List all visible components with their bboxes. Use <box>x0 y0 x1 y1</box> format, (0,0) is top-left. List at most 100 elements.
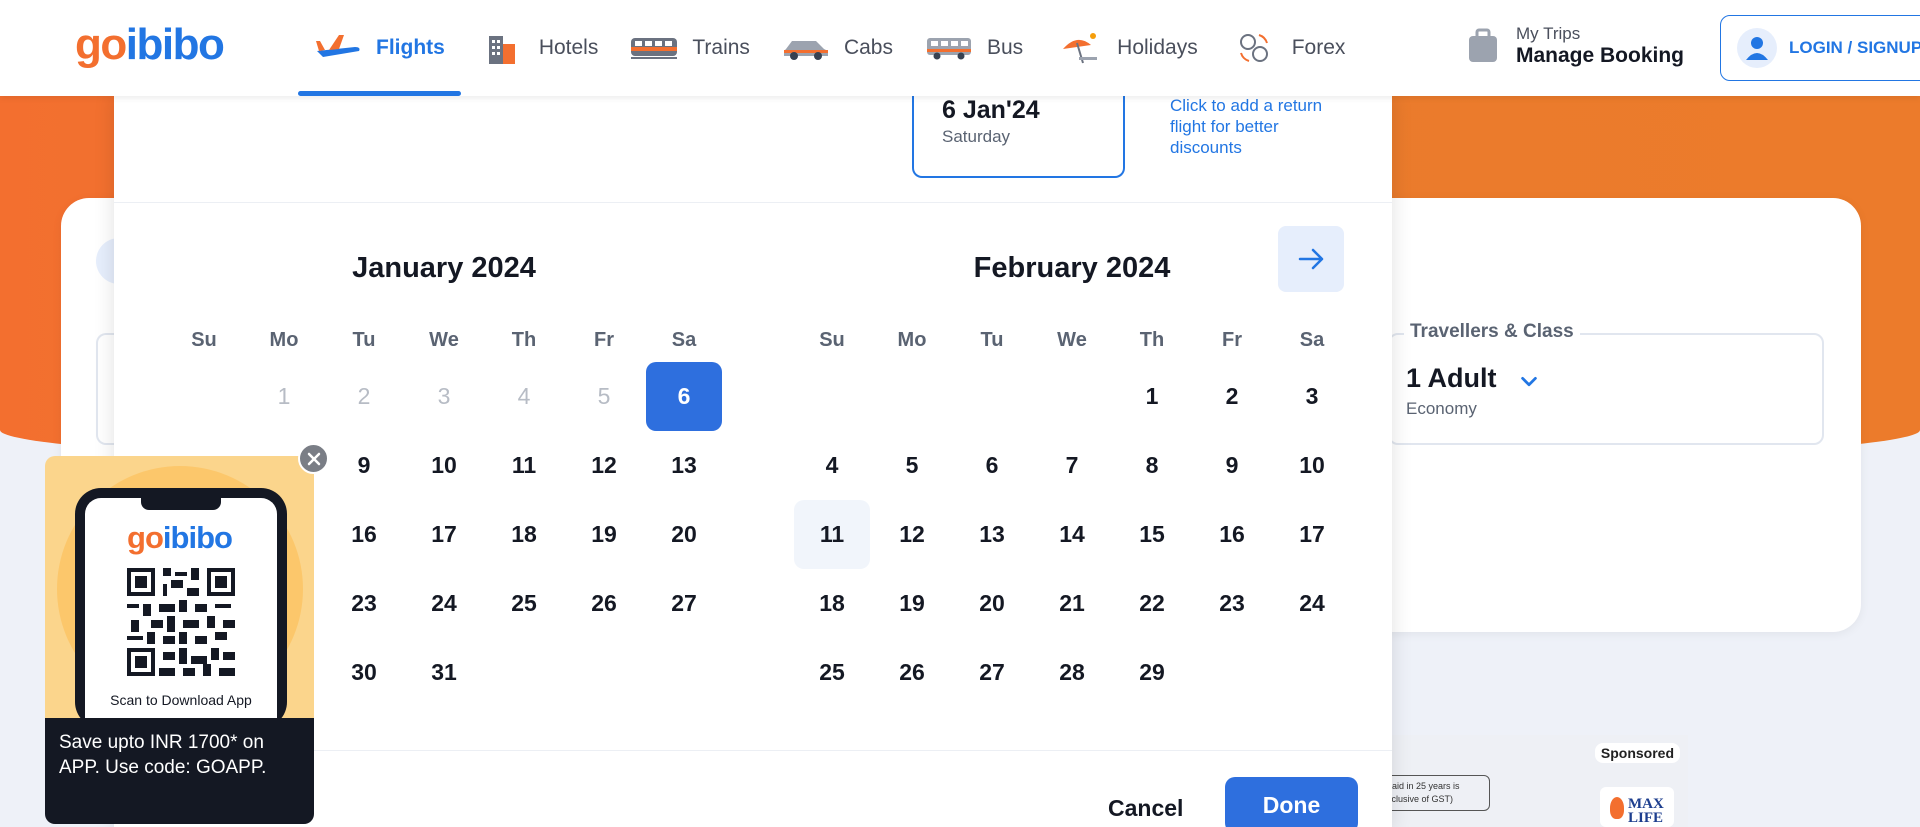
day-21[interactable]: 21 <box>1032 569 1112 638</box>
day-2[interactable]: 2 <box>1192 362 1272 431</box>
day-25[interactable]: 25 <box>792 638 872 707</box>
day-1[interactable]: 1 <box>1112 362 1192 431</box>
day-5[interactable]: 5 <box>872 431 952 500</box>
nav-holidays-label: Holidays <box>1117 36 1198 59</box>
login-signup-label: LOGIN / SIGNUP <box>1789 38 1920 57</box>
sponsored-badge: Sponsored <box>1594 743 1680 763</box>
days-grid: 1 2 3 4 5 6 7 8 9 10 11 12 13 14 15 16 1… <box>792 362 1352 707</box>
beach-icon <box>1055 31 1103 65</box>
main-nav: Flights Hotels Trains Cabs Bus Holidays … <box>298 0 1361 96</box>
day-4: 4 <box>517 383 531 409</box>
qr-code-icon <box>127 568 235 676</box>
day-6[interactable]: 6 <box>952 431 1032 500</box>
travellers-label: Travellers & Class <box>1404 321 1580 343</box>
day-11[interactable]: 11 <box>484 431 564 500</box>
day-18[interactable]: 18 <box>484 500 564 569</box>
arrow-right-icon <box>1298 248 1324 270</box>
departure-weekday: Saturday <box>942 127 1011 146</box>
day-27[interactable]: 27 <box>952 638 1032 707</box>
day-6-selected[interactable]: 6 <box>644 362 724 431</box>
day-19[interactable]: 19 <box>872 569 952 638</box>
my-trips[interactable]: My Trips Manage Booking <box>1466 24 1684 68</box>
goibibo-logo[interactable]: goibibo <box>75 20 225 70</box>
day-20[interactable]: 20 <box>644 500 724 569</box>
day-13[interactable]: 13 <box>644 431 724 500</box>
day-10[interactable]: 10 <box>1272 431 1352 500</box>
nav-cabs[interactable]: Cabs <box>766 0 909 96</box>
nav-bus-label: Bus <box>986 36 1024 59</box>
day-28[interactable]: 28 <box>1032 638 1112 707</box>
day-empty <box>792 362 872 431</box>
promo-logo: goibibo <box>127 520 233 555</box>
my-trips-label: My Trips <box>1516 24 1581 43</box>
nav-cabs-label: Cabs <box>843 36 893 59</box>
day-17[interactable]: 17 <box>404 500 484 569</box>
day-29[interactable]: 29 <box>1112 638 1192 707</box>
promo-offer-text: Save upto INR 1700* on APP. Use code: GO… <box>45 718 314 824</box>
day-16[interactable]: 16 <box>324 500 404 569</box>
day-5: 5 <box>597 383 611 409</box>
nav-holidays[interactable]: Holidays <box>1039 0 1214 96</box>
day-7[interactable]: 7 <box>1032 431 1112 500</box>
day-8[interactable]: 8 <box>1112 431 1192 500</box>
nav-hotels-label: Hotels <box>538 36 599 59</box>
travellers-class-field[interactable]: Travellers & Class 1 Adult Economy <box>1388 321 1824 445</box>
next-month-button[interactable] <box>1278 226 1344 292</box>
day-11-hover[interactable]: 11 <box>792 500 872 569</box>
day-20[interactable]: 20 <box>952 569 1032 638</box>
day-14[interactable]: 14 <box>1032 500 1112 569</box>
day-26[interactable]: 26 <box>564 569 644 638</box>
nav-forex-label: Forex <box>1291 36 1346 59</box>
day-empty <box>164 362 244 431</box>
day-9[interactable]: 9 <box>1192 431 1272 500</box>
nav-trains[interactable]: Trains <box>614 0 766 96</box>
weekday-header: Su Mo Tu We Th Fr Sa <box>819 329 1325 351</box>
day-10[interactable]: 10 <box>404 431 484 500</box>
hotel-icon <box>477 31 525 65</box>
done-button[interactable]: Done <box>1225 777 1358 827</box>
user-icon <box>1737 28 1777 68</box>
nav-hotels[interactable]: Hotels <box>461 0 615 96</box>
date-picker-header: 6 Jan'24 Saturday Click to add a return … <box>114 80 1392 203</box>
close-promo-button[interactable] <box>298 443 329 474</box>
day-12[interactable]: 12 <box>872 500 952 569</box>
day-23[interactable]: 23 <box>324 569 404 638</box>
sponsored-ad[interactable]: paid in 25 years is xclusive of GST) Spo… <box>1380 735 1688 827</box>
cancel-button[interactable]: Cancel <box>1108 795 1183 822</box>
day-26[interactable]: 26 <box>872 638 952 707</box>
day-24[interactable]: 24 <box>404 569 484 638</box>
chevron-down-icon <box>1521 376 1537 387</box>
day-4[interactable]: 4 <box>792 431 872 500</box>
day-19[interactable]: 19 <box>564 500 644 569</box>
add-return-link[interactable]: Click to add a return flight for better … <box>1170 95 1340 158</box>
day-27[interactable]: 27 <box>644 569 724 638</box>
day-30[interactable]: 30 <box>324 638 404 707</box>
day-23[interactable]: 23 <box>1192 569 1272 638</box>
nav-bus[interactable]: Bus <box>909 0 1039 96</box>
ad-snippet: paid in 25 years is xclusive of GST) <box>1380 775 1490 811</box>
day-17[interactable]: 17 <box>1272 500 1352 569</box>
day-22[interactable]: 22 <box>1112 569 1192 638</box>
day-13[interactable]: 13 <box>952 500 1032 569</box>
day-empty <box>872 362 952 431</box>
day-3[interactable]: 3 <box>1272 362 1352 431</box>
month-february: February 2024 Su Mo Tu We Th Fr Sa 1 2 3 4 5 6… <box>792 238 1352 707</box>
briefcase-icon <box>1469 28 1497 62</box>
day-9[interactable]: 9 <box>324 431 404 500</box>
travel-class: Economy <box>1406 399 1477 418</box>
departure-date: 6 Jan'24 <box>942 96 1040 124</box>
day-31[interactable]: 31 <box>404 638 484 707</box>
close-icon <box>307 452 320 465</box>
login-signup-button[interactable]: LOGIN / SIGNUP <box>1720 15 1920 81</box>
day-24[interactable]: 24 <box>1272 569 1352 638</box>
day-25[interactable]: 25 <box>484 569 564 638</box>
app-download-promo[interactable]: goibibo Scan to Download App Save upto I… <box>45 456 314 824</box>
day-16[interactable]: 16 <box>1192 500 1272 569</box>
day-12[interactable]: 12 <box>564 431 644 500</box>
nav-flights[interactable]: Flights <box>298 0 461 96</box>
nav-forex[interactable]: Forex <box>1214 0 1362 96</box>
day-15[interactable]: 15 <box>1112 500 1192 569</box>
day-18[interactable]: 18 <box>792 569 872 638</box>
manage-booking-label: Manage Booking <box>1516 44 1685 67</box>
cab-icon <box>782 31 830 65</box>
